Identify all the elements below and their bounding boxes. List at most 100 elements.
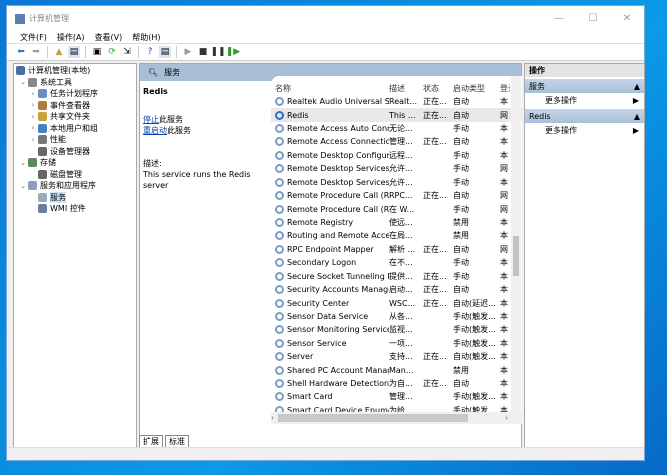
tab-standard[interactable]: 标准 [165,435,189,447]
tree-item[interactable]: ⌄ 系统工具 [14,77,136,89]
collapse-icon[interactable]: ▲ [634,112,640,121]
menu-action[interactable]: 操作(A) [57,32,85,43]
gear-icon [275,338,284,348]
collapse-icon[interactable]: ▲ [634,82,640,91]
cell: 自动 [453,191,469,201]
expander-icon[interactable]: › [28,90,38,98]
maximize-button[interactable]: ☐ [576,6,610,31]
service-row[interactable]: Remote Access Connectio... 管理... 正在... 自动 本 [271,135,522,148]
refresh-icon[interactable]: ⟳ [106,46,118,58]
menu-help[interactable]: 帮助(H) [132,32,160,43]
actions-group-services[interactable]: 服务 ▲ [525,79,644,93]
service-row[interactable]: Sensor Monitoring Service 监视... 手动(触发... 本 [271,323,522,336]
cell: 本 [500,177,508,187]
tree-item[interactable]: › 任务计划程序 [14,88,136,100]
up-folder-icon[interactable]: ▲ [53,46,65,58]
cell: 允许... [389,164,413,174]
cell: 网 [500,244,508,254]
menu-file[interactable]: 文件(F) [20,32,47,43]
expander-icon[interactable]: ⌄ [18,78,28,86]
cell: Remote Access Connectio... [271,137,389,147]
show-tree-icon[interactable]: ▤ [68,46,80,58]
gear-icon [275,124,284,134]
cell: 正在... [423,298,447,308]
expander-icon[interactable]: › [28,101,38,109]
cell: 本 [500,365,508,375]
service-row[interactable]: Shell Hardware Detection 为自... 正在... 自动 本 [271,377,522,390]
actions-group-redis[interactable]: Redis ▲ [525,109,644,123]
service-row[interactable]: Sensor Data Service 从各... 手动(触发... 本 [271,310,522,323]
service-row[interactable]: Security Center WSC... 正在... 自动(延迟... 本 [271,296,522,309]
cell: RPC... [389,191,413,201]
tree-item[interactable]: 服务 [14,191,136,204]
export-icon[interactable]: ⇲ [121,46,133,58]
tree-item[interactable]: 磁盘管理 [14,169,136,181]
service-row[interactable]: Remote Access Auto Conn... 无论... 手动 本 [271,122,522,135]
column-status[interactable]: 状态 [423,83,453,94]
close-button[interactable]: ✕ [610,6,644,31]
service-row[interactable]: Sensor Service 一项... 手动(触发... 本 [271,337,522,350]
expander-icon[interactable]: › [28,136,38,144]
service-row[interactable]: RPC Endpoint Mapper 解析 ... 正在... 自动 网 [271,243,522,256]
column-description[interactable]: 描述 [389,83,423,94]
expander-icon[interactable]: ⌄ [18,159,28,167]
service-row[interactable]: Redis This ... 正在... 自动 网 [271,108,522,122]
help-icon[interactable]: ? [144,46,156,58]
tree-item[interactable]: › 事件查看器 [14,100,136,112]
cell: 提供... [389,271,413,281]
service-row[interactable]: Remote Desktop Services ... 允许... 手动 本 [271,176,522,189]
service-row[interactable]: Shared PC Account ManagerMan... 禁用 本 [271,363,522,376]
pause-icon[interactable]: ❚❚ [210,46,225,58]
actions-pane: 操作 服务 ▲ 更多操作 ▶ Redis ▲ 更多操作 ▶ [524,63,645,448]
service-row[interactable]: Realtek Audio Universal Se...Realt... 正在.… [271,95,522,108]
stop-service-link[interactable]: 停止 [143,115,159,124]
tree-item[interactable]: 设备管理器 [14,146,136,158]
service-row[interactable]: Remote Desktop Services 允许... 手动 网 [271,162,522,175]
cell: 监视... [389,325,413,335]
more-actions-redis[interactable]: 更多操作 ▶ [525,123,644,137]
column-name[interactable]: 名称 [271,83,389,94]
resume-icon[interactable]: ❚▶ [226,46,240,58]
service-row[interactable]: Server 支持... 正在... 自动(触发... 本 [271,350,522,363]
tree-item[interactable]: › 本地用户和组 [14,123,136,135]
service-row[interactable]: Remote Registry 使远... 禁用 本 [271,216,522,229]
stop-icon[interactable]: ■ [197,46,209,58]
forward-icon[interactable]: ➡ [30,46,42,58]
vertical-scrollbar[interactable] [511,76,521,412]
tree-item[interactable]: ⌄ 服务和应用程序 [14,180,136,192]
horizontal-scrollbar[interactable]: ‹ › [271,412,522,424]
cell: 自动(延迟... [453,298,496,308]
service-row[interactable]: Routing and Remote Access 在局... 禁用 本 [271,229,522,242]
tree-item[interactable]: › 共享文件夹 [14,111,136,123]
expander-icon[interactable]: › [28,113,38,121]
back-icon[interactable]: ⬅ [15,46,27,58]
tab-extended[interactable]: 扩展 [139,435,163,447]
list-header: 名称 描述 状态 启动类型 登录为 [271,76,522,95]
service-row[interactable]: Remote Procedure Call (R... 在 W... 手动 网 [271,202,522,215]
restart-service-link[interactable]: 重启动 [143,126,167,135]
properties-icon[interactable]: ▣ [91,46,103,58]
cell: 从各... [389,311,413,321]
service-row[interactable]: Secondary Logon 在不... 手动 本 [271,256,522,269]
service-row[interactable]: Remote Desktop Configur... 远程... 手动 本 [271,149,522,162]
service-name: Sensor Monitoring Service [287,325,389,335]
tree-item[interactable]: › 性能 [14,134,136,146]
service-row[interactable]: Remote Procedure Call (R... RPC... 正在... 自动… [271,189,522,202]
cell: 本 [500,271,508,281]
console-icon[interactable]: ▤ [159,46,171,58]
service-row[interactable]: Security Accounts Manager 启动... 正在... 自动 本 [271,283,522,296]
column-startup-type[interactable]: 启动类型 [453,83,500,94]
tree-item[interactable]: ⌄ 存储 [14,157,136,169]
service-row[interactable]: Secure Socket Tunneling P... 提供... 正在... 手动… [271,269,522,282]
menu-view[interactable]: 查看(V) [95,32,123,43]
tree-item[interactable]: 计算机管理(本地) [14,65,136,77]
play-icon[interactable]: ▶ [182,46,194,58]
tree-item[interactable]: WMI 控件 [14,203,136,215]
cell: Man... [389,365,414,375]
more-actions-services[interactable]: 更多操作 ▶ [525,93,644,107]
service-row[interactable]: Smart Card 管理... 手动(触发... 本 [271,390,522,403]
column-log-on-as[interactable]: 登录为 [500,83,510,94]
expander-icon[interactable]: › [28,124,38,132]
minimize-button[interactable]: — [542,6,576,31]
expander-icon[interactable]: ⌄ [18,182,28,190]
